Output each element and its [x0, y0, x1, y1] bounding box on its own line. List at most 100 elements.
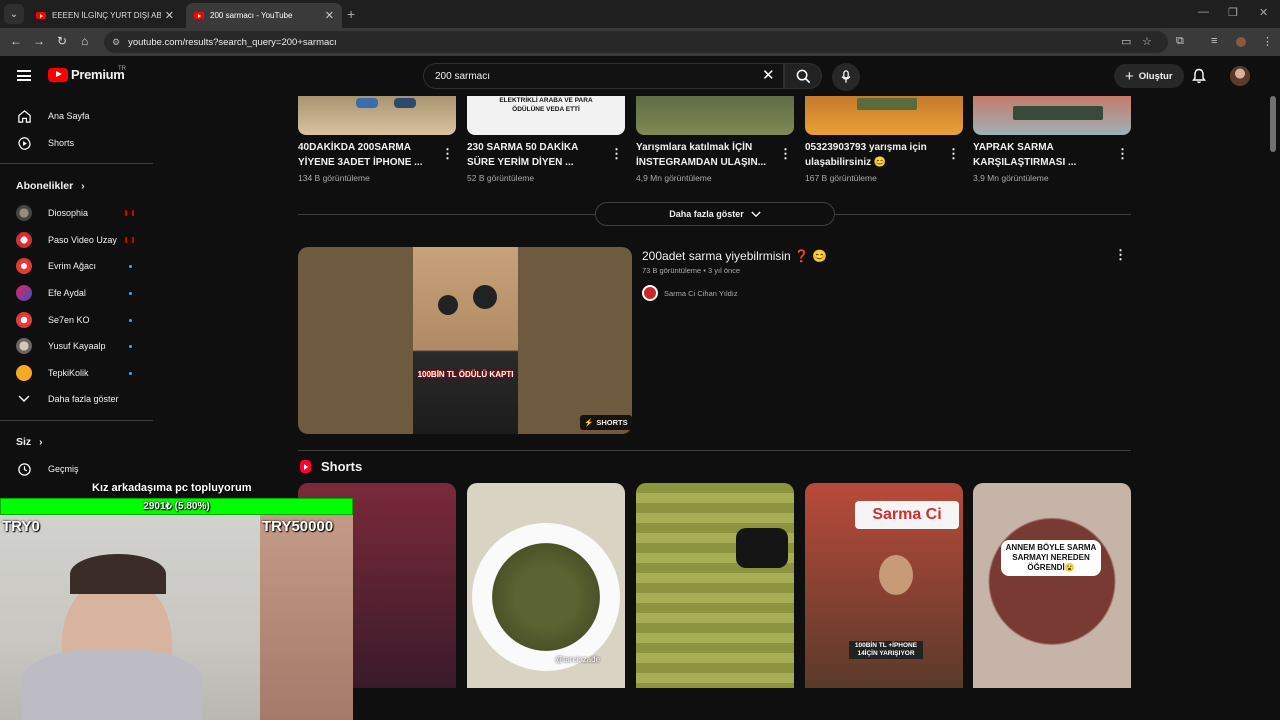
video-menu-icon[interactable]: ⋮ [779, 146, 792, 162]
notifications-bell-icon[interactable] [1192, 68, 1206, 84]
short-card[interactable] [636, 483, 794, 688]
you-heading[interactable]: Siz › [16, 436, 43, 448]
channel-name: Evrim Ağacı [48, 261, 97, 271]
video-menu-icon[interactable]: ⋮ [610, 146, 623, 162]
bookmark-star-icon[interactable]: ☆ [1142, 35, 1152, 48]
sidebar-channel-yusuf[interactable]: Yusuf Kayaalp [0, 333, 153, 359]
video-menu-icon[interactable]: ⋮ [441, 146, 454, 162]
sidebar-channel-evrim[interactable]: Evrim Ağacı [0, 253, 153, 279]
sidebar-divider [0, 163, 153, 164]
sidebar-item-shorts[interactable]: Shorts [0, 130, 153, 156]
video-title[interactable]: 40DAKİKDA 200SARMA YİYENE 3ADET İPHONE .… [298, 141, 430, 170]
featured-video-thumbnail[interactable]: 100BİN TL ÖDÜLÜ KAPTI [298, 247, 632, 434]
video-title[interactable]: 05323903793 yarışma için ulaşabilirsiniz… [805, 141, 937, 170]
video-title[interactable]: YAPRAK SARMA KARŞILAŞTIRMASI ... [973, 141, 1105, 170]
window-close-icon[interactable]: ✕ [1259, 6, 1268, 19]
shorts-section-heading: Shorts [300, 459, 362, 474]
short-card[interactable]: ANNEM BÖYLE SARMA SARMAYI NEREDEN ÖĞREND… [973, 483, 1131, 688]
thumbnail-person [438, 295, 458, 315]
short-card[interactable]: Sarma Ci 100BİN TL +İPHONE 14İÇİN YARIŞI… [805, 483, 963, 688]
extensions-icon[interactable]: ⧉ [1176, 35, 1184, 48]
channel-name: Paso Video Uzay [48, 235, 117, 245]
video-menu-icon[interactable]: ⋮ [1116, 146, 1129, 162]
sidebar-channel-tepkikolik[interactable]: TepkiKolik [0, 360, 153, 386]
sidebar-item-home[interactable]: Ana Sayfa [0, 103, 153, 129]
sidebar-item-history[interactable]: Geçmiş [0, 456, 153, 482]
chevron-down-icon [16, 391, 32, 407]
short-card[interactable]: @tarcinzade [467, 483, 625, 688]
featured-video-title[interactable]: 200adet sarma yiyebilrmisin ❓ 😊 [642, 249, 827, 263]
tab-close-icon[interactable]: ✕ [325, 9, 334, 22]
tab-search-button[interactable]: ⌄ [4, 4, 24, 24]
logo-country-code: TR [118, 66, 126, 72]
home-icon [16, 108, 32, 124]
video-thumbnail[interactable] [636, 96, 794, 135]
youtube-logo[interactable]: Premium [48, 67, 125, 82]
sidebar-channel-se7en[interactable]: Se7en KO [0, 307, 153, 333]
channel-avatar [16, 232, 32, 248]
youtube-favicon-icon [36, 12, 46, 19]
profile-avatar[interactable] [1236, 37, 1246, 47]
cast-icon[interactable]: ▭ [1121, 35, 1131, 48]
sidebar-channel-efe[interactable]: Efe Aydal [0, 280, 153, 306]
channel-name: Efe Aydal [48, 288, 86, 298]
short-caption: ANNEM BÖYLE SARMA SARMAYI NEREDEN ÖĞREND… [1001, 540, 1101, 576]
video-thumbnail[interactable] [973, 96, 1131, 135]
create-label: Oluştur [1138, 70, 1173, 82]
section-divider [298, 450, 1131, 451]
site-info-icon[interactable]: ⚙ [112, 37, 120, 48]
channel-avatar [16, 205, 32, 221]
video-thumbnail[interactable] [298, 96, 456, 135]
you-heading-text: Siz [16, 436, 32, 448]
channel-avatar [642, 285, 658, 301]
thumbnail-object [857, 98, 917, 110]
browser-tab-active[interactable]: 200 sarmacı - YouTube ✕ [186, 3, 342, 28]
reload-icon[interactable]: ↻ [57, 34, 67, 48]
video-title[interactable]: Yarışmlara katılmak İÇİN İNSTEGRAMDAN UL… [636, 141, 768, 170]
video-thumbnail[interactable] [805, 96, 963, 135]
channel-name: Sarma Ci Cihan Yıldız [664, 288, 738, 298]
search-button[interactable] [784, 63, 822, 89]
browser-menu-icon[interactable]: ⋮ [1262, 35, 1273, 48]
restore-icon[interactable]: ❐ [1228, 6, 1238, 19]
video-menu-icon[interactable]: ⋮ [947, 146, 960, 162]
browser-tab[interactable]: EEEEN İLGİNÇ YURT DIŞI ABUR ✕ [28, 3, 182, 28]
reading-list-icon[interactable]: ≡ [1211, 35, 1217, 47]
subscriptions-heading[interactable]: Abonelikler › [16, 180, 85, 192]
microphone-icon [841, 70, 851, 83]
channel-avatar [16, 312, 32, 328]
video-title[interactable]: 230 SARMA 50 DAKİKA SÜRE YERİM DİYEN ... [467, 141, 599, 170]
channel-avatar [16, 338, 32, 354]
channel-avatar [16, 258, 32, 274]
show-more-button[interactable]: Daha fazla göster [595, 202, 835, 226]
tab-title: 200 sarmacı - YouTube [210, 11, 293, 20]
sidebar-channel-paso[interactable]: Paso Video Uzay [0, 227, 153, 253]
page-scrollbar[interactable] [1270, 96, 1276, 152]
home-browser-icon[interactable]: ⌂ [81, 34, 88, 48]
clear-search-icon[interactable]: ✕ [762, 66, 775, 84]
address-bar[interactable]: ⚙ youtube.com/results?search_query=200+s… [104, 31, 1168, 53]
chevron-right-icon: › [81, 180, 85, 192]
forward-icon[interactable]: → [33, 34, 45, 48]
sidebar-item-label: Shorts [48, 138, 75, 148]
account-avatar[interactable] [1230, 66, 1250, 86]
search-input[interactable]: 200 sarmacı [423, 63, 784, 89]
new-tab-icon[interactable]: + [347, 6, 355, 22]
voice-search-button[interactable] [832, 63, 860, 91]
sidebar-channel-diosophia[interactable]: Diosophia [0, 200, 153, 226]
streamer-webcam [0, 514, 353, 720]
sidebar-show-more[interactable]: Daha fazla göster [0, 386, 153, 412]
video-menu-icon[interactable]: ⋮ [1114, 247, 1127, 263]
new-content-dot [129, 344, 132, 348]
video-thumbnail[interactable]: ELEKTRİKLİ ARABA VE PARA ÖDÜLÜNE VEDA ET… [467, 96, 625, 135]
thumbnail-object [394, 98, 416, 108]
shorts-badge-label: SHORTS [596, 418, 628, 427]
tab-close-icon[interactable]: ✕ [165, 9, 174, 22]
goal-min-label: TRY0 [2, 518, 40, 535]
create-button[interactable]: + Oluştur [1114, 64, 1184, 88]
guide-menu-icon[interactable] [17, 70, 31, 81]
thumbnail-food [492, 543, 600, 651]
back-icon[interactable]: ← [10, 34, 22, 48]
featured-channel[interactable]: Sarma Ci Cihan Yıldız [642, 285, 738, 301]
minimize-icon[interactable]: — [1198, 6, 1209, 18]
